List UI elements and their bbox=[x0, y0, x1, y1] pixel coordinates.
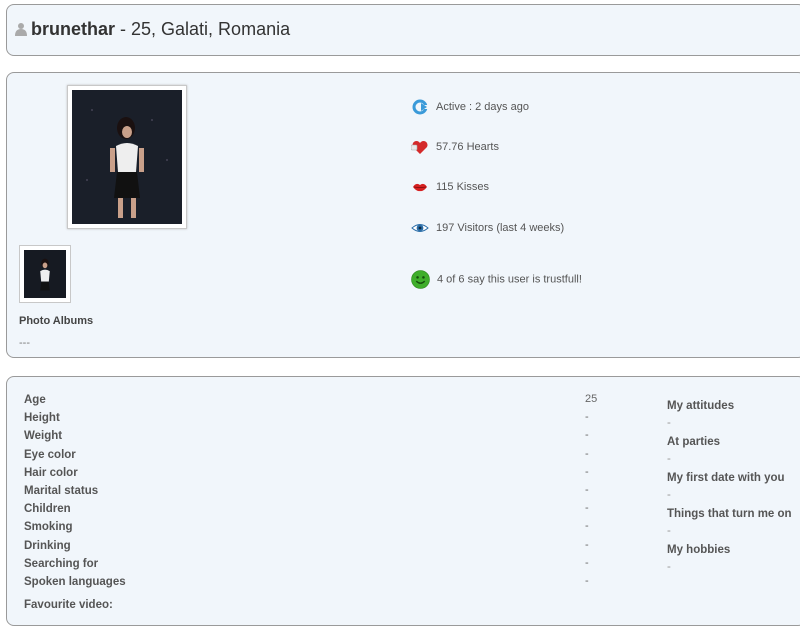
photo-albums-label[interactable]: Photo Albums bbox=[19, 315, 93, 327]
detail-label: Marital status bbox=[24, 484, 99, 497]
stat-kisses: 115 Kisses bbox=[411, 179, 489, 195]
photo-thumbnail[interactable] bbox=[19, 245, 71, 303]
stat-visitors[interactable]: 197 Visitors (last 4 weeks) bbox=[411, 220, 564, 236]
detail-value: - bbox=[585, 429, 589, 442]
kisses-lips-icon bbox=[413, 183, 427, 192]
question-label: My first date with you bbox=[667, 472, 785, 484]
detail-value: - bbox=[585, 465, 589, 478]
detail-value: - bbox=[585, 502, 589, 515]
detail-value: - bbox=[585, 556, 589, 569]
detail-value: - bbox=[585, 520, 589, 533]
detail-labels: Age Height Weight Eye color Hair color M… bbox=[24, 393, 126, 593]
username[interactable]: brunethar bbox=[31, 19, 115, 39]
question-answer: - bbox=[667, 561, 671, 573]
question-label: My attitudes bbox=[667, 400, 735, 412]
question-label: At parties bbox=[667, 436, 721, 448]
detail-value: - bbox=[585, 447, 589, 460]
detail-label: Age bbox=[24, 394, 46, 406]
detail-label: Drinking bbox=[24, 539, 71, 552]
detail-values: 25 - - - - - - - - - - bbox=[585, 393, 597, 593]
detail-label: Height bbox=[24, 412, 60, 425]
question-answer: - bbox=[667, 453, 671, 465]
personal-questions: My attitudes - At parties - My first dat… bbox=[667, 399, 792, 579]
detail-label: Smoking bbox=[24, 521, 73, 534]
question-answer: - bbox=[667, 489, 671, 501]
stat-active: Active : 2 days ago bbox=[411, 99, 529, 115]
question-label: My hobbies bbox=[667, 544, 731, 556]
main-profile-photo[interactable] bbox=[67, 85, 187, 229]
stat-hearts: 57.76 Hearts bbox=[411, 139, 499, 155]
profile-header: brunethar - 25, Galati, Romania bbox=[6, 4, 800, 56]
detail-label: Weight bbox=[24, 430, 63, 443]
profile-summary-panel: Photo Albums --- Active : 2 days ago 57.… bbox=[6, 72, 800, 358]
detail-value: 25 bbox=[585, 393, 598, 405]
user-icon bbox=[15, 23, 27, 36]
hearts-icon bbox=[411, 140, 428, 154]
profile-title: brunethar - 25, Galati, Romania bbox=[15, 19, 290, 40]
detail-label: Searching for bbox=[24, 557, 99, 570]
profile-details-panel: Age Height Weight Eye color Hair color M… bbox=[6, 376, 800, 626]
user-details: - 25, Galati, Romania bbox=[115, 19, 291, 39]
detail-value: - bbox=[585, 411, 589, 424]
trust-smiley-icon bbox=[411, 270, 430, 289]
thumbnail-image bbox=[24, 250, 66, 298]
visitors-eye-icon bbox=[411, 224, 429, 232]
photo-albums-value: --- bbox=[19, 337, 30, 349]
active-refresh-icon bbox=[412, 99, 429, 115]
detail-value: - bbox=[585, 483, 589, 496]
detail-label: Hair color bbox=[24, 466, 78, 479]
detail-label: Spoken languages bbox=[24, 575, 126, 588]
detail-label: Children bbox=[24, 503, 71, 516]
detail-label: Eye color bbox=[24, 448, 76, 461]
detail-value: - bbox=[585, 538, 589, 551]
detail-value: - bbox=[585, 574, 589, 587]
question-label: Things that turn me on bbox=[667, 508, 792, 520]
question-answer: - bbox=[667, 525, 671, 537]
profile-photo-image bbox=[72, 90, 182, 224]
stat-trust: 4 of 6 say this user is trustfull! bbox=[411, 270, 582, 289]
favourite-video-label: Favourite video: bbox=[24, 599, 113, 611]
question-answer: - bbox=[667, 417, 671, 429]
